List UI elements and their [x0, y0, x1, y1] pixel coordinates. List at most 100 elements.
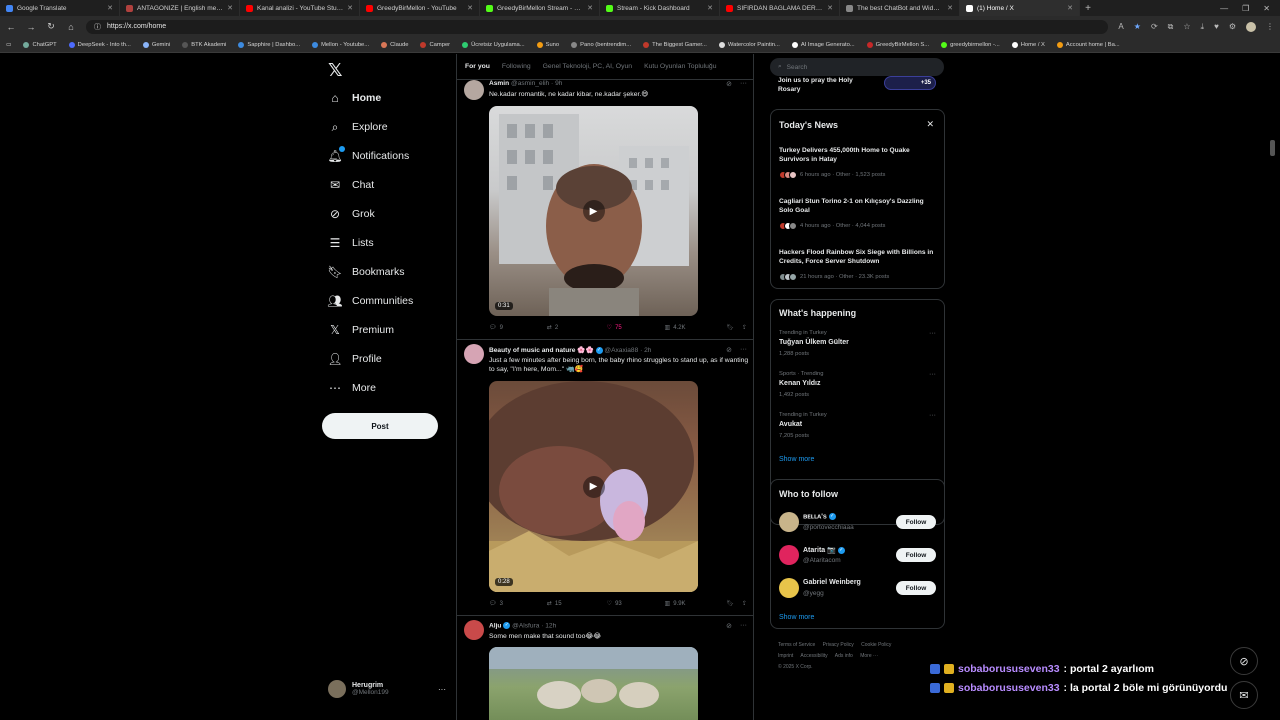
menu-icon[interactable]: ⋮ — [1266, 22, 1274, 31]
browser-tab[interactable]: SIFIRDAN BAĞLAMA DERSİ 3 (EN ✕ — [720, 0, 840, 16]
play-icon[interactable]: ▶ — [582, 475, 605, 498]
home-page-icon[interactable]: ⌂ — [66, 22, 76, 32]
extensions-icon[interactable]: ⧉ — [1168, 22, 1174, 32]
play-icon[interactable]: ▶ — [582, 200, 605, 222]
more-icon[interactable]: ··· — [438, 685, 446, 694]
reply-button[interactable]: 💬︎ 9 — [489, 324, 547, 332]
bookmark[interactable]: Home / X — [1011, 41, 1045, 48]
bookmark[interactable]: Claude — [381, 41, 408, 48]
grok-icon[interactable]: ⊘ — [726, 346, 732, 354]
sidebar-item-more[interactable]: ⋯ More — [328, 378, 376, 398]
bookmark[interactable]: AI Image Generato... — [791, 41, 855, 48]
follow-button[interactable]: Follow — [896, 548, 936, 562]
sidebar-item-grok[interactable]: ⊘ Grok — [328, 204, 375, 224]
retweet-button[interactable]: ⇄ 2 — [547, 324, 607, 332]
new-tab-icon[interactable]: + — [1080, 3, 1096, 14]
more-icon[interactable]: ··· — [929, 371, 936, 378]
sidebar-item-profile[interactable]: 👤︎ Profile — [327, 349, 381, 369]
tweet-time[interactable]: 2h — [644, 347, 651, 354]
account-switcher[interactable]: Herugrim @Mellon199 ··· — [328, 680, 446, 698]
browser-tab[interactable]: ANTAGONIZE | English meaning ✕ — [120, 0, 240, 16]
scrollbar[interactable] — [1270, 140, 1275, 156]
tweet-time[interactable]: 12h — [545, 622, 556, 629]
bookmark[interactable]: Camper — [420, 41, 450, 48]
close-icon[interactable]: ✕ — [227, 4, 233, 12]
tweet-video[interactable] — [489, 647, 698, 720]
sidebar-item-premium[interactable]: 𝕏 Premium — [328, 320, 394, 340]
follow-name[interactable]: Gabriel Weinberg — [803, 579, 861, 586]
bookmark[interactable]: ChatGPT — [23, 41, 57, 48]
avatar[interactable] — [464, 620, 484, 640]
footer-link[interactable]: Privacy Policy — [823, 642, 854, 648]
tweet-time[interactable]: 9h — [555, 80, 562, 87]
bookmarks-folder-icon[interactable]: ▭ — [6, 42, 11, 48]
prayer-banner[interactable]: Join us to pray the Holy Rosary +35 — [770, 74, 945, 102]
profile-avatar[interactable] — [1246, 21, 1256, 32]
footer-link[interactable]: Cookie Policy — [861, 642, 891, 648]
url-field[interactable]: ⓘ https://x.com/home — [86, 19, 1109, 34]
close-icon[interactable]: ✕ — [587, 4, 593, 12]
close-icon[interactable]: ✕ — [707, 4, 713, 12]
browser-tab-active[interactable]: (1) Home / X ✕ — [960, 0, 1080, 16]
views-button[interactable]: ▥ 9.9K — [665, 600, 727, 608]
news-headline[interactable]: Turkey Delivers 455,000th Home to Quake … — [779, 146, 939, 164]
close-icon[interactable]: ✕ — [926, 119, 934, 130]
tab-following[interactable]: Following — [502, 63, 531, 70]
more-icon[interactable]: ··· — [740, 80, 747, 88]
sidebar-item-chat[interactable]: ✉ Chat — [328, 175, 374, 195]
tweet[interactable]: Beauty of music and nature 🌸🌸 ✓ @Axaxia8… — [457, 340, 753, 616]
avatar[interactable] — [779, 512, 799, 532]
more-icon[interactable]: ··· — [740, 622, 747, 630]
avatar[interactable] — [464, 80, 484, 100]
sidebar-item-notifications[interactable]: 🔔︎ Notifications — [327, 146, 409, 166]
bookmark[interactable]: Pano (bentrendim... — [571, 41, 631, 48]
more-icon[interactable]: ··· — [929, 330, 936, 337]
bookmark[interactable]: Ücretsiz Uygulama... — [462, 41, 525, 48]
trend-name[interactable]: Kenan Yıldız — [779, 380, 821, 387]
star-icon[interactable]: ★ — [1134, 22, 1141, 31]
settings-icon[interactable]: ⚙ — [1229, 22, 1236, 31]
bookmark[interactable]: greedybirmellon -... — [941, 41, 1000, 48]
bookmark[interactable]: BTK Akademi — [182, 41, 226, 48]
tab-community-boardgames[interactable]: Kutu Oyunları Topluluğu — [644, 63, 716, 70]
tweet-handle[interactable]: @Alsfura — [512, 622, 539, 629]
reload-icon[interactable]: ↻ — [46, 21, 56, 32]
like-button[interactable]: ♡ 75 — [607, 324, 665, 332]
close-icon[interactable]: ✕ — [467, 4, 473, 12]
messages-float-button[interactable]: ✉ — [1230, 681, 1258, 709]
close-window-icon[interactable]: ✕ — [1263, 4, 1270, 13]
more-icon[interactable]: ··· — [929, 412, 936, 419]
browser-tab[interactable]: The best ChatBot and Widgets fo ✕ — [840, 0, 960, 16]
tab-for-you[interactable]: For you — [465, 63, 490, 70]
bookmark[interactable]: Sapphire | Dashbo... — [238, 41, 300, 48]
more-icon[interactable]: ··· — [740, 346, 747, 354]
close-icon[interactable]: ✕ — [107, 4, 113, 12]
post-button[interactable]: Post — [322, 413, 438, 439]
show-more-link[interactable]: Show more — [779, 456, 814, 463]
tweet-handle[interactable]: @Axaxia88 — [604, 347, 638, 354]
search-input[interactable]: ⌕ Search — [770, 58, 944, 76]
tab-community-tech[interactable]: Genel Teknoloji, PC, AI, Oyun — [543, 63, 632, 70]
tweet-author[interactable]: Asmin — [489, 80, 509, 87]
close-icon[interactable]: ✕ — [947, 4, 953, 12]
footer-link[interactable]: More ··· — [860, 653, 878, 659]
tweet-video[interactable]: ▶ 0:28 — [489, 381, 698, 592]
minimize-icon[interactable]: — — [1220, 4, 1228, 13]
site-info-icon[interactable]: ⓘ — [94, 22, 101, 32]
grok-icon[interactable]: ⊘ — [726, 622, 732, 630]
news-headline[interactable]: Hackers Flood Rainbow Six Siege with Bil… — [779, 248, 939, 266]
forward-icon[interactable]: → — [26, 22, 36, 32]
footer-link[interactable]: Terms of Service — [778, 642, 815, 648]
bookmark[interactable]: Suno — [536, 41, 559, 48]
show-more-link[interactable]: Show more — [779, 614, 814, 621]
sidebar-item-bookmarks[interactable]: 🔖︎ Bookmarks — [327, 262, 404, 282]
tweet-author[interactable]: Alju — [489, 622, 501, 629]
retweet-button[interactable]: ⇄ 15 — [547, 600, 607, 608]
trend-name[interactable]: Tuğyan Ülkem Gülter — [779, 339, 849, 346]
share-icon[interactable]: ⇪ — [742, 324, 747, 331]
bookmark-icon[interactable]: 🔖︎ — [726, 600, 734, 607]
browser-tab[interactable]: GreedyBirMellon Stream - Watch ✕ — [480, 0, 600, 16]
close-icon[interactable]: ✕ — [827, 4, 833, 12]
x-logo-icon[interactable]: 𝕏 — [328, 60, 343, 81]
bookmark[interactable]: Gemini — [142, 41, 170, 48]
